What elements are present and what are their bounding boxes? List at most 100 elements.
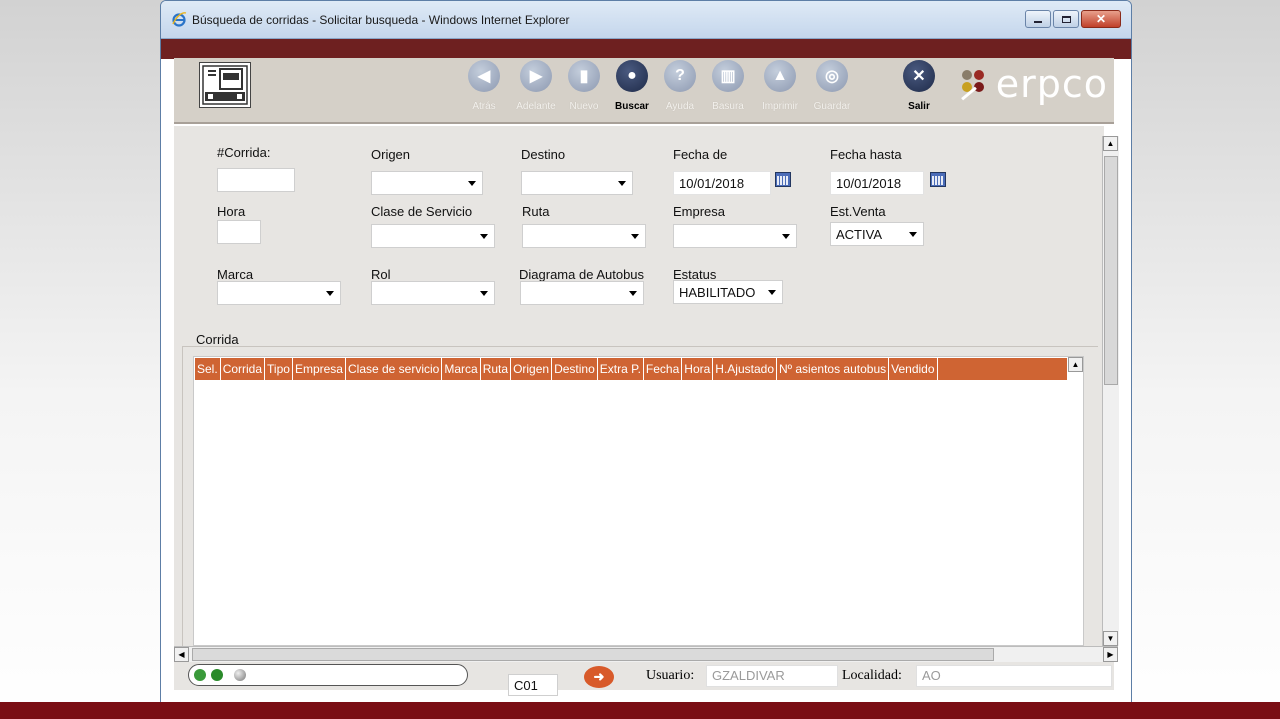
print-button[interactable]: ▲ Imprimir [754,60,806,112]
grid-column-header[interactable]: Ruta [481,358,512,380]
scroll-down-button[interactable]: ▼ [1103,631,1118,646]
trash-button[interactable]: ▥ Basura [702,60,754,112]
close-button[interactable]: ✕ [1081,10,1121,28]
localidad-label: Localidad: [842,668,902,683]
chevron-down-icon [629,291,637,296]
clase-servicio-select[interactable] [371,224,495,248]
results-grid: Sel. Corrida Tipo Empresa Clase de servicio M… [193,356,1084,646]
destino-select[interactable] [521,171,633,195]
help-icon: ? [664,60,696,92]
grid-column-header[interactable]: Nº asientos autobus [777,358,890,380]
calendar-icon[interactable] [930,172,946,187]
scrollbar-thumb[interactable] [1104,156,1118,385]
save-button[interactable]: ◎ Guardar [806,60,858,112]
chevron-down-icon [768,290,776,295]
horizontal-scrollbar-thumb[interactable] [192,648,994,661]
grid-column-header[interactable]: Empresa [293,358,346,380]
bottom-brand-bar [0,702,1280,719]
corrida-input[interactable] [217,168,295,192]
terminal-input[interactable]: C01 [508,674,558,696]
chevron-down-icon [480,234,488,239]
fecha-hasta-label: Fecha hasta [830,147,902,162]
localidad-field: AO [916,665,1112,687]
minimize-icon [1034,20,1042,23]
search-icon: ● [616,60,648,92]
search-button[interactable]: ● Buscar [606,60,658,112]
grid-column-header[interactable]: Extra P. [598,358,644,380]
maximize-button[interactable] [1053,10,1079,28]
back-button[interactable]: ◀ Atrás [458,60,510,112]
chevron-down-icon [618,181,626,186]
internet-explorer-icon [172,12,187,27]
chevron-down-icon [480,291,488,296]
minimize-button[interactable] [1025,10,1051,28]
origen-select[interactable] [371,171,483,195]
maximize-icon [1061,15,1071,23]
hora-input[interactable] [217,220,261,244]
grid-column-header[interactable]: Vendido [889,358,938,380]
help-button[interactable]: ? Ayuda [654,60,706,112]
group-label: Corrida [196,332,243,347]
grid-column-header[interactable]: Corrida [221,358,266,380]
erpco-logo: erpco [960,64,1108,104]
chevron-down-icon [782,234,790,239]
calendar-icon[interactable] [775,172,791,187]
fecha-hasta-input[interactable]: 10/01/2018 [830,171,924,195]
arrow-right-icon: ▶ [1107,650,1114,659]
corrida-label: #Corrida: [217,145,271,160]
clase-servicio-label: Clase de Servicio [371,204,473,219]
ruta-select[interactable] [522,224,646,248]
destino-label: Destino [521,147,566,162]
status-led-icon [211,669,223,681]
grid-column-header[interactable]: Sel. [195,358,221,380]
search-form: #Corrida: Origen Destino Fecha de 10/01/… [174,126,1104,646]
grid-column-header[interactable]: Origen [511,358,553,380]
arrow-left-icon: ◀ [178,650,185,659]
status-bar: C01 ➜ Usuario: GZALDIVAR Localidad: AO [174,662,1114,696]
exit-icon: ✕ [903,60,935,92]
diagrama-label: Diagrama de Autobus [519,267,645,282]
go-arrow-icon[interactable]: ➜ [584,666,614,688]
bus-app-icon[interactable] [199,62,251,108]
estatus-select[interactable]: HABILITADO [673,280,783,304]
diagrama-select[interactable] [520,281,644,305]
empresa-select[interactable] [673,224,797,248]
back-arrow-icon: ◀ [468,60,500,92]
new-button[interactable]: ▮ Nuevo [558,60,610,112]
ruta-label: Ruta [522,204,550,219]
new-document-icon: ▮ [568,60,600,92]
grid-column-header[interactable]: H.Ajustado [713,358,777,380]
grid-column-header[interactable]: Fecha [644,358,683,380]
status-globe-icon [234,669,246,681]
status-led-icon [194,669,206,681]
grid-column-header[interactable]: Tipo [265,358,293,380]
est-venta-label: Est.Venta [830,204,886,219]
fecha-de-input[interactable]: 10/01/2018 [673,171,771,195]
est-venta-select[interactable]: ACTIVA [830,222,924,246]
forward-button[interactable]: ▶ Adelante [510,60,562,112]
usuario-label: Usuario: [646,668,695,683]
rol-select[interactable] [371,281,495,305]
fecha-de-label: Fecha de [673,147,728,162]
origen-label: Origen [371,147,411,162]
grid-column-header[interactable]: Destino [552,358,598,380]
scroll-right-button[interactable]: ▶ [1103,647,1118,662]
grid-column-header[interactable]: Marca [442,358,481,380]
close-icon: ✕ [1095,12,1107,26]
arrow-up-icon: ▲ [1106,139,1115,148]
print-icon: ▲ [764,60,796,92]
scroll-up-button[interactable]: ▲ [1103,136,1118,151]
save-icon: ◎ [816,60,848,92]
logo-dots-icon [960,66,996,102]
window-title: Búsqueda de corridas - Solicitar busqued… [192,13,570,27]
chevron-down-icon [468,181,476,186]
grid-column-header[interactable]: Hora [682,358,714,380]
marca-select[interactable] [217,281,341,305]
grid-scroll-up-button[interactable]: ▲ [1068,357,1083,372]
vertical-scrollbar[interactable]: ▲ ▼ [1102,136,1119,646]
scroll-left-button[interactable]: ◀ [174,647,189,662]
exit-button[interactable]: ✕ Salir [894,60,944,112]
grid-header: Sel. Corrida Tipo Empresa Clase de servicio M… [195,358,1067,380]
grid-column-header[interactable]: Clase de servicio [346,358,443,380]
horizontal-scrollbar[interactable]: ◀ ▶ [174,646,1118,662]
